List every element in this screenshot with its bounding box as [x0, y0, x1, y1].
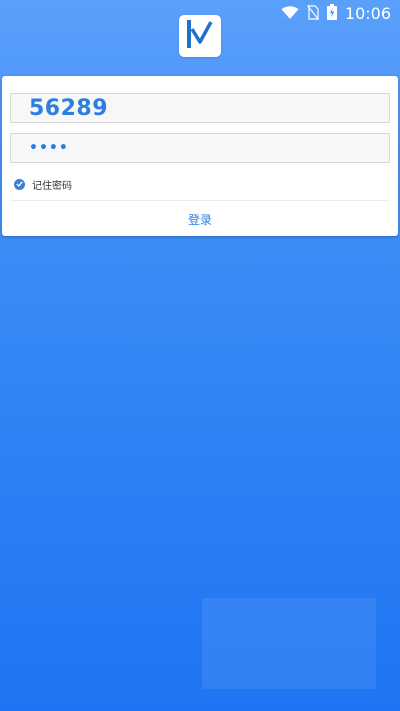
check-icon [16, 181, 23, 187]
username-field[interactable]: 56289 [10, 93, 390, 123]
login-button[interactable]: 登录 [2, 202, 398, 236]
status-time: 10:06 [344, 4, 391, 23]
username-value: 56289 [29, 95, 109, 121]
login-card: 56289 •••• 记住密码 登录 [2, 76, 398, 236]
remember-password-label: 记住密码 [32, 180, 72, 192]
app-logo [179, 15, 221, 57]
battery-charging-icon [326, 4, 337, 24]
divider [10, 200, 390, 201]
no-sim-icon [306, 4, 319, 24]
password-value: •••• [29, 140, 69, 156]
remember-password-row[interactable]: 记住密码 [14, 176, 72, 192]
remember-password-checkbox[interactable] [14, 178, 25, 190]
app-logo-icon [184, 19, 216, 53]
status-icons: 10:06 [281, 4, 391, 24]
translucent-overlay [202, 598, 376, 689]
wifi-icon [281, 5, 299, 24]
password-field[interactable]: •••• [10, 133, 390, 163]
